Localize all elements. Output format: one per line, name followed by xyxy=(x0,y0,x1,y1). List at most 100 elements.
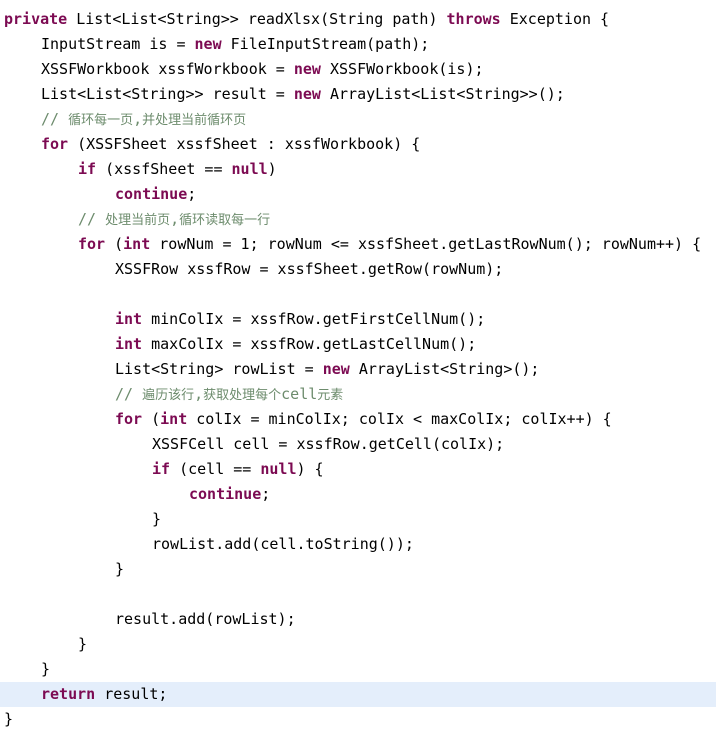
code-text: InputStream is = xyxy=(41,35,195,53)
code-text: ArrayList<List<String>>(); xyxy=(320,85,565,103)
code-comment-fragment: , xyxy=(194,385,204,403)
code-comment-fragment: 循环读取每一行 xyxy=(179,213,271,228)
code-keyword: null xyxy=(231,160,268,178)
code-comment-fragment: cell xyxy=(281,385,318,403)
code-line-current[interactable]: return result; xyxy=(0,682,716,707)
code-keyword: null xyxy=(260,460,297,478)
code-line[interactable]: XSSFWorkbook xssfWorkbook = new XSSFWork… xyxy=(0,57,716,82)
code-line[interactable]: } xyxy=(0,632,716,657)
code-text: List<List<String>> result = xyxy=(41,85,294,103)
code-text: rowList.add(cell.toString()); xyxy=(152,535,414,553)
code-text: } xyxy=(41,660,51,678)
code-comment: // 处理当前页,循环读取每一行 xyxy=(78,210,270,228)
code-line[interactable]: continue; xyxy=(0,482,716,507)
code-keyword: new xyxy=(194,35,222,53)
code-text: ; xyxy=(187,185,197,203)
code-text: rowNum = 1; rowNum <= xssfSheet.getLastR… xyxy=(150,235,702,253)
code-text: colIx = minColIx; colIx < maxColIx; colI… xyxy=(187,410,612,428)
code-line[interactable]: rowList.add(cell.toString()); xyxy=(0,532,716,557)
code-text: ; xyxy=(261,485,271,503)
code-text: List<String> rowList = xyxy=(115,360,323,378)
code-line[interactable]: } xyxy=(0,707,716,732)
code-line[interactable]: XSSFCell cell = xssfRow.getCell(colIx); xyxy=(0,432,716,457)
code-line[interactable]: // 遍历该行,获取处理每个cell元素 xyxy=(0,382,716,407)
code-line[interactable]: } xyxy=(0,557,716,582)
code-keyword: int xyxy=(123,235,151,253)
code-comment-fragment: 元素 xyxy=(317,388,344,403)
code-line[interactable]: InputStream is = new FileInputStream(pat… xyxy=(0,32,716,57)
code-text: } xyxy=(152,510,162,528)
code-text: Exception { xyxy=(500,10,610,28)
code-line[interactable]: } xyxy=(0,657,716,682)
code-comment-fragment: 处理当前页 xyxy=(105,213,171,228)
code-line[interactable]: int minColIx = xssfRow.getFirstCellNum()… xyxy=(0,307,716,332)
code-comment-fragment: , xyxy=(133,110,143,128)
code-text: XSSFRow xssfRow = xssfSheet.getRow(rowNu… xyxy=(115,260,504,278)
code-line[interactable]: // 处理当前页,循环读取每一行 xyxy=(0,207,716,232)
code-comment-fragment: , xyxy=(170,210,180,228)
code-comment-fragment: // xyxy=(78,210,106,228)
code-keyword: return xyxy=(41,685,96,703)
code-text: ) { xyxy=(296,460,324,478)
code-line[interactable]: List<List<String>> result = new ArrayLis… xyxy=(0,82,716,107)
code-comment-fragment: 遍历该行 xyxy=(142,388,195,403)
code-text: ArrayList<String>(); xyxy=(349,360,540,378)
code-text: ( xyxy=(105,235,124,253)
code-line[interactable]: List<String> rowList = new ArrayList<Str… xyxy=(0,357,716,382)
code-keyword: int xyxy=(115,335,143,353)
code-comment-fragment: 并处理当前循环页 xyxy=(142,113,247,128)
code-text: result; xyxy=(95,685,168,703)
code-line[interactable]: for (XSSFSheet xssfSheet : xssfWorkbook)… xyxy=(0,132,716,157)
code-text: maxColIx = xssfRow.getLastCellNum(); xyxy=(142,335,477,353)
code-text: result.add(rowList); xyxy=(115,610,296,628)
code-keyword: continue xyxy=(115,185,188,203)
code-text: (XSSFSheet xssfSheet : xssfWorkbook) { xyxy=(68,135,421,153)
code-line[interactable]: if (xssfSheet == null) xyxy=(0,157,716,182)
code-comment-fragment: 获取处理每个 xyxy=(203,388,282,403)
code-keyword: if xyxy=(78,160,97,178)
code-comment: // 循环每一页,并处理当前循环页 xyxy=(41,110,246,128)
code-text: } xyxy=(115,560,125,578)
code-line[interactable] xyxy=(0,582,716,607)
code-line[interactable]: for (int colIx = minColIx; colIx < maxCo… xyxy=(0,407,716,432)
code-line[interactable]: result.add(rowList); xyxy=(0,607,716,632)
code-line[interactable] xyxy=(0,282,716,307)
code-text: (cell == xyxy=(170,460,261,478)
code-keyword: if xyxy=(152,460,171,478)
code-text: XSSFCell cell = xssfRow.getCell(colIx); xyxy=(152,435,505,453)
code-text: XSSFWorkbook(is); xyxy=(320,60,484,78)
code-line[interactable]: XSSFRow xssfRow = xssfSheet.getRow(rowNu… xyxy=(0,257,716,282)
code-keyword: continue xyxy=(189,485,262,503)
code-keyword: for xyxy=(78,235,106,253)
code-comment: // 遍历该行,获取处理每个cell元素 xyxy=(115,385,343,403)
code-comment-fragment: // xyxy=(41,110,69,128)
code-editor-viewport[interactable]: private List<List<String>> readXlsx(Stri… xyxy=(0,0,716,732)
code-keyword: private xyxy=(4,10,68,28)
code-text: FileInputStream(path); xyxy=(221,35,430,53)
code-text: List<List<String>> readXlsx(String path) xyxy=(67,10,447,28)
code-keyword: for xyxy=(115,410,143,428)
code-keyword: int xyxy=(160,410,188,428)
code-line[interactable]: } xyxy=(0,507,716,532)
code-text: XSSFWorkbook xssfWorkbook = xyxy=(41,60,294,78)
code-text: minColIx = xssfRow.getFirstCellNum(); xyxy=(142,310,486,328)
code-keyword: int xyxy=(115,310,143,328)
code-comment-fragment: 循环每一页 xyxy=(68,113,134,128)
code-text: (xssfSheet == xyxy=(96,160,232,178)
code-keyword: new xyxy=(293,85,321,103)
code-keyword: new xyxy=(293,60,321,78)
code-text: } xyxy=(78,635,88,653)
code-keyword: new xyxy=(322,360,350,378)
code-keyword: throws xyxy=(446,10,501,28)
code-line[interactable]: int maxColIx = xssfRow.getLastCellNum(); xyxy=(0,332,716,357)
code-text: ( xyxy=(142,410,161,428)
code-line[interactable]: continue; xyxy=(0,182,716,207)
code-text: ) xyxy=(267,160,277,178)
code-comment-fragment: // xyxy=(115,385,143,403)
code-line[interactable]: for (int rowNum = 1; rowNum <= xssfSheet… xyxy=(0,232,716,257)
code-line[interactable]: private List<List<String>> readXlsx(Stri… xyxy=(0,7,716,32)
code-keyword: for xyxy=(41,135,69,153)
code-line[interactable]: if (cell == null) { xyxy=(0,457,716,482)
code-line[interactable]: // 循环每一页,并处理当前循环页 xyxy=(0,107,716,132)
code-text: } xyxy=(4,710,14,728)
